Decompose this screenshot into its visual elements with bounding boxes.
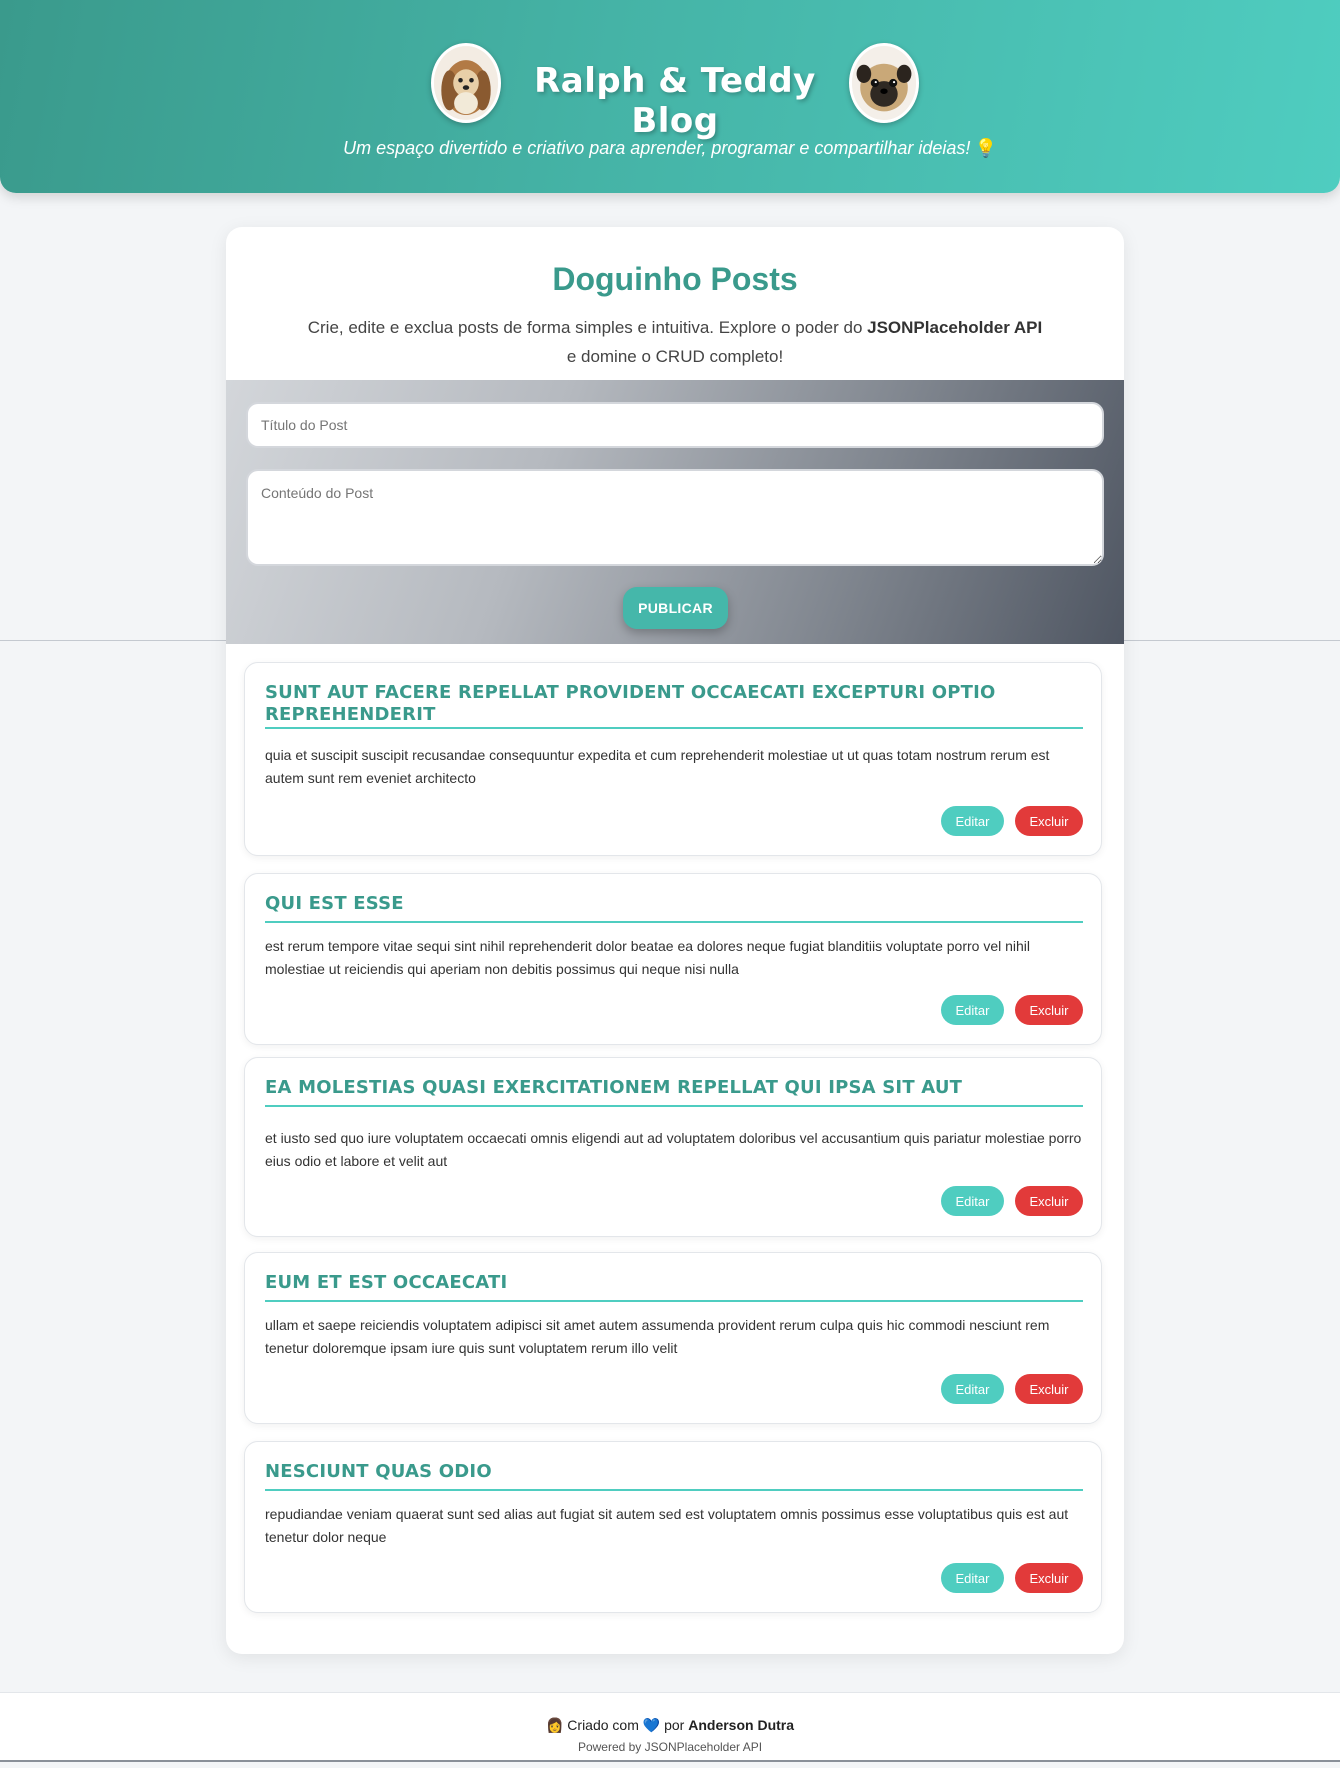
tagline: Um espaço divertido e criativo para apre… <box>0 138 1340 159</box>
main-card: Doguinho Posts Crie, edite e exclua post… <box>226 227 1124 1654</box>
delete-button[interactable]: Excluir <box>1015 806 1083 836</box>
delete-button[interactable]: Excluir <box>1015 1186 1083 1216</box>
shih-tzu-dog-icon <box>434 46 498 120</box>
post-card: sunt aut facere repellat provident occae… <box>244 662 1102 856</box>
tagline-text: Um espaço divertido e criativo para apre… <box>343 138 971 158</box>
post-title: eum et est occaecati <box>265 1272 508 1293</box>
post-content-input[interactable] <box>246 469 1104 566</box>
post-card: ea molestias quasi exercitationem repell… <box>244 1057 1102 1237</box>
post-title: qui est esse <box>265 893 404 914</box>
site-header: Ralph & Teddy Blog Um espaço divertido e… <box>0 0 1340 193</box>
delete-button[interactable]: Excluir <box>1015 1374 1083 1404</box>
delete-button[interactable]: Excluir <box>1015 995 1083 1025</box>
powered-by: Powered by JSONPlaceholder API <box>577 1740 763 1754</box>
blog-title: Ralph & Teddy Blog <box>534 61 816 141</box>
description-text: Crie, edite e exclua posts de forma simp… <box>307 318 868 337</box>
footer-credits: 👩 Criado com 💙 por Anderson Dutra <box>0 1717 1340 1734</box>
post-title-underline <box>265 1300 1083 1302</box>
pug-dog-icon <box>852 46 916 120</box>
site-footer: 👩 Criado com 💙 por Anderson Dutra Powere… <box>0 1692 1340 1762</box>
author-name: Anderson Dutra <box>688 1717 795 1733</box>
post-body: repudiandae veniam quaerat sunt sed alia… <box>265 1506 1069 1545</box>
post-title-underline <box>265 1105 1083 1107</box>
post-title-underline <box>265 727 1083 729</box>
lightbulb-icon: 💡 <box>974 138 997 158</box>
person-icon: 👩 <box>545 1717 564 1733</box>
teddy-avatar <box>849 43 919 123</box>
edit-button[interactable]: Editar <box>941 1563 1004 1593</box>
post-body: est rerum tempore vitae sequi sint nihil… <box>265 938 1031 977</box>
description-text-2: e domine o CRUD completo! <box>566 347 784 366</box>
post-card: qui est esse est rerum tempore vitae seq… <box>244 873 1102 1045</box>
section-title: Doguinho Posts <box>552 261 798 297</box>
edit-button[interactable]: Editar <box>941 995 1004 1025</box>
post-form: PUBLICAR <box>226 380 1124 644</box>
heart-icon: 💙 <box>642 1717 661 1733</box>
post-title: sunt aut facere repellat provident occae… <box>265 682 996 725</box>
edit-button[interactable]: Editar <box>941 1374 1004 1404</box>
post-title-underline <box>265 1489 1083 1491</box>
post-title: nesciunt quas odio <box>265 1461 492 1482</box>
edit-button[interactable]: Editar <box>941 1186 1004 1216</box>
post-card: eum et est occaecati ullam et saepe reic… <box>244 1252 1102 1424</box>
by-text: por <box>664 1717 685 1733</box>
post-title-underline <box>265 921 1083 923</box>
post-body: et iusto sed quo iure voluptatem occaeca… <box>265 1130 1082 1169</box>
created-with-text: Criado com <box>567 1717 639 1733</box>
post-title: ea molestias quasi exercitationem repell… <box>265 1077 963 1098</box>
post-card: nesciunt quas odio repudiandae veniam qu… <box>244 1441 1102 1613</box>
post-title-input[interactable] <box>246 402 1104 448</box>
api-name: JSONPlaceholder API <box>867 318 1043 337</box>
edit-button[interactable]: Editar <box>941 806 1004 836</box>
post-body: ullam et saepe reiciendis voluptatem adi… <box>265 1317 1050 1356</box>
post-body: quia et suscipit suscipit recusandae con… <box>265 747 1050 786</box>
brand: Ralph & Teddy Blog <box>0 43 1340 141</box>
ralph-avatar <box>431 43 501 123</box>
publish-button[interactable]: PUBLICAR <box>623 587 728 629</box>
delete-button[interactable]: Excluir <box>1015 1563 1083 1593</box>
section-description: Crie, edite e exclua posts de forma simp… <box>306 313 1044 371</box>
